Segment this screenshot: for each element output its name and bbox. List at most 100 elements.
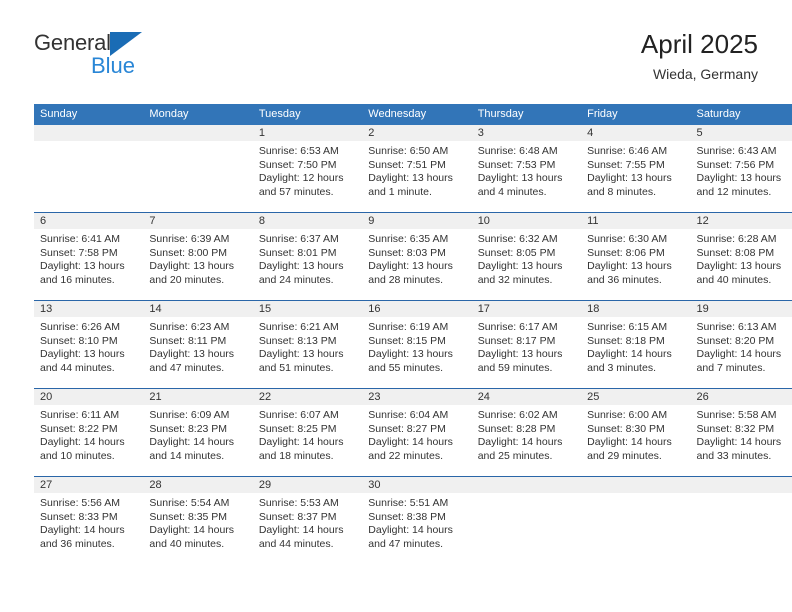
calendar-day-cell[interactable]: 1 Sunrise: 6:53 AM Sunset: 7:50 PM Daylight… [252,125,363,213]
calendar-grid: Sunday Monday Tuesday Wednesday Thursday… [34,104,792,564]
daylight-text: Daylight: 13 hours and 36 minutes. [587,260,672,286]
calendar-header-row: Sunday Monday Tuesday Wednesday Thursday… [34,104,792,125]
calendar-day-cell[interactable]: 18 Sunrise: 6:15 AM Sunset: 8:18 PM Dayligh… [581,300,691,389]
sunrise-text: Sunrise: 5:56 AM [40,497,120,509]
calendar-week-row: 27 Sunrise: 5:56 AM Sunset: 8:33 PM Dayligh… [34,476,792,564]
daylight-text: Daylight: 13 hours and 47 minutes. [149,348,235,374]
daylight-text: Daylight: 13 hours and 24 minutes. [258,260,344,286]
calendar-day-cell[interactable]: 10 Sunrise: 6:32 AM Sunset: 8:05 PM Dayligh… [471,212,582,301]
calendar-day-cell[interactable] [471,476,582,564]
calendar-day-cell[interactable]: 21 Sunrise: 6:09 AM Sunset: 8:23 PM Dayligh… [143,388,253,477]
daylight-text: Daylight: 14 hours and 3 minutes. [587,348,672,374]
sunrise-text: Sunrise: 6:11 AM [40,409,120,421]
day-details: Sunrise: 6:21 AM Sunset: 8:13 PM Daylight:… [253,317,362,375]
weekday-header-monday: Monday [143,104,253,125]
calendar-day-cell[interactable]: 24 Sunrise: 6:02 AM Sunset: 8:28 PM Dayligh… [471,388,582,477]
logo-text-general: General [34,30,111,55]
calendar-day-cell[interactable]: 28 Sunrise: 5:54 AM Sunset: 8:35 PM Dayligh… [143,476,253,564]
day-cell-inner: 20 Sunrise: 6:11 AM Sunset: 8:22 PM Dayligh… [34,389,144,476]
day-number: 19 [690,301,792,317]
day-details: Sunrise: 5:58 AM Sunset: 8:32 PM Daylight:… [691,405,792,463]
calendar-day-cell[interactable]: 29 Sunrise: 5:53 AM Sunset: 8:37 PM Dayligh… [252,476,363,564]
day-cell-inner: 26 Sunrise: 5:58 AM Sunset: 8:32 PM Dayligh… [690,389,792,476]
calendar-day-cell[interactable]: 25 Sunrise: 6:00 AM Sunset: 8:30 PM Dayligh… [581,388,691,477]
sunrise-text: Sunrise: 6:39 AM [149,233,230,245]
day-cell-inner: 15 Sunrise: 6:21 AM Sunset: 8:13 PM Dayligh… [252,301,363,388]
calendar-day-cell[interactable] [34,125,144,213]
daylight-text: Daylight: 13 hours and 40 minutes. [696,260,782,286]
calendar-day-cell[interactable]: 23 Sunrise: 6:04 AM Sunset: 8:27 PM Dayligh… [362,388,472,477]
calendar-day-cell[interactable]: 6 Sunrise: 6:41 AM Sunset: 7:58 PM Daylight… [34,212,144,301]
sunrise-text: Sunrise: 6:26 AM [40,321,120,333]
sunset-text: Sunset: 8:37 PM [258,510,337,523]
day-cell-inner [581,477,691,564]
day-cell-inner: 1 Sunrise: 6:53 AM Sunset: 7:50 PM Daylight… [252,125,363,212]
sunset-text: Sunset: 8:17 PM [477,334,556,347]
day-details: Sunrise: 6:46 AM Sunset: 7:55 PM Daylight:… [581,141,690,199]
sunrise-text: Sunrise: 6:50 AM [368,145,449,157]
calendar-day-cell[interactable]: 17 Sunrise: 6:17 AM Sunset: 8:17 PM Dayligh… [471,300,582,389]
calendar-day-cell[interactable]: 22 Sunrise: 6:07 AM Sunset: 8:25 PM Dayligh… [252,388,363,477]
day-number: 4 [581,125,691,141]
calendar-day-cell[interactable]: 26 Sunrise: 5:58 AM Sunset: 8:32 PM Dayligh… [690,388,792,477]
day-cell-inner: 21 Sunrise: 6:09 AM Sunset: 8:23 PM Dayligh… [143,389,253,476]
calendar-day-cell[interactable]: 20 Sunrise: 6:11 AM Sunset: 8:22 PM Dayligh… [34,388,144,477]
sunrise-text: Sunrise: 6:07 AM [258,409,339,421]
calendar-day-cell[interactable] [143,125,253,213]
calendar-day-cell[interactable]: 7 Sunrise: 6:39 AM Sunset: 8:00 PM Daylight… [143,212,253,301]
day-number [690,477,792,493]
day-details: Sunrise: 6:26 AM Sunset: 8:10 PM Daylight:… [34,317,143,375]
day-details: Sunrise: 6:37 AM Sunset: 8:01 PM Daylight:… [253,229,362,287]
calendar-day-cell[interactable]: 11 Sunrise: 6:30 AM Sunset: 8:06 PM Dayligh… [581,212,691,301]
calendar-day-cell[interactable]: 30 Sunrise: 5:51 AM Sunset: 8:38 PM Dayligh… [362,476,472,564]
calendar-day-cell[interactable]: 19 Sunrise: 6:13 AM Sunset: 8:20 PM Dayligh… [690,300,792,389]
daylight-text: Daylight: 13 hours and 16 minutes. [40,260,125,286]
day-cell-inner: 7 Sunrise: 6:39 AM Sunset: 8:00 PM Daylight… [143,213,253,300]
calendar-week-row: 6 Sunrise: 6:41 AM Sunset: 7:58 PM Daylight… [34,212,792,301]
day-number: 3 [471,125,582,141]
day-number: 22 [252,389,363,405]
sunrise-text: Sunrise: 6:19 AM [368,321,449,333]
calendar-day-cell[interactable]: 13 Sunrise: 6:26 AM Sunset: 8:10 PM Dayligh… [34,300,144,389]
calendar-day-cell[interactable] [581,476,691,564]
calendar-day-cell[interactable]: 4 Sunrise: 6:46 AM Sunset: 7:55 PM Daylight… [581,125,691,213]
day-details: Sunrise: 6:15 AM Sunset: 8:18 PM Daylight:… [581,317,690,375]
generalblue-logo[interactable]: General Blue [34,32,264,92]
sunrise-text: Sunrise: 6:21 AM [258,321,339,333]
sunset-text: Sunset: 8:05 PM [477,246,556,259]
calendar-day-cell[interactable]: 3 Sunrise: 6:48 AM Sunset: 7:53 PM Daylight… [471,125,582,213]
weekday-header-tuesday: Tuesday [252,104,363,125]
sunset-text: Sunset: 8:08 PM [696,246,775,259]
weekday-header-sunday: Sunday [34,104,144,125]
calendar-day-cell[interactable]: 12 Sunrise: 6:28 AM Sunset: 8:08 PM Dayligh… [690,212,792,301]
sunset-text: Sunset: 8:30 PM [587,422,665,435]
sunset-text: Sunset: 8:13 PM [258,334,337,347]
sunset-text: Sunset: 7:58 PM [40,246,118,259]
calendar-day-cell[interactable]: 16 Sunrise: 6:19 AM Sunset: 8:15 PM Dayligh… [362,300,472,389]
calendar-day-cell[interactable]: 5 Sunrise: 6:43 AM Sunset: 7:56 PM Daylight… [690,125,792,213]
calendar-day-cell[interactable]: 2 Sunrise: 6:50 AM Sunset: 7:51 PM Daylight… [362,125,472,213]
day-details: Sunrise: 6:19 AM Sunset: 8:15 PM Daylight:… [362,317,471,375]
daylight-text: Daylight: 14 hours and 29 minutes. [587,436,672,462]
daylight-text: Daylight: 14 hours and 33 minutes. [696,436,782,462]
calendar-day-cell[interactable]: 15 Sunrise: 6:21 AM Sunset: 8:13 PM Dayligh… [252,300,363,389]
calendar-day-cell[interactable] [690,476,792,564]
sunset-text: Sunset: 8:33 PM [40,510,118,523]
calendar-day-cell[interactable]: 8 Sunrise: 6:37 AM Sunset: 8:01 PM Daylight… [252,212,363,301]
calendar-day-cell[interactable]: 27 Sunrise: 5:56 AM Sunset: 8:33 PM Dayligh… [34,476,144,564]
sunrise-text: Sunrise: 5:54 AM [149,497,230,509]
day-cell-inner: 4 Sunrise: 6:46 AM Sunset: 7:55 PM Daylight… [581,125,691,212]
sunrise-text: Sunrise: 6:23 AM [149,321,230,333]
calendar-day-cell[interactable]: 9 Sunrise: 6:35 AM Sunset: 8:03 PM Daylight… [362,212,472,301]
day-cell-inner: 11 Sunrise: 6:30 AM Sunset: 8:06 PM Dayligh… [581,213,691,300]
day-cell-inner: 3 Sunrise: 6:48 AM Sunset: 7:53 PM Daylight… [471,125,582,212]
day-cell-inner: 9 Sunrise: 6:35 AM Sunset: 8:03 PM Daylight… [362,213,472,300]
calendar-day-cell[interactable]: 14 Sunrise: 6:23 AM Sunset: 8:11 PM Dayligh… [143,300,253,389]
daylight-text: Daylight: 12 hours and 57 minutes. [258,172,344,198]
day-number: 2 [362,125,472,141]
day-cell-inner: 25 Sunrise: 6:00 AM Sunset: 8:30 PM Dayligh… [581,389,691,476]
sunset-text: Sunset: 8:35 PM [149,510,228,523]
day-number: 28 [143,477,253,493]
sunrise-text: Sunrise: 5:58 AM [696,409,777,421]
day-details: Sunrise: 6:02 AM Sunset: 8:28 PM Daylight:… [472,405,581,463]
